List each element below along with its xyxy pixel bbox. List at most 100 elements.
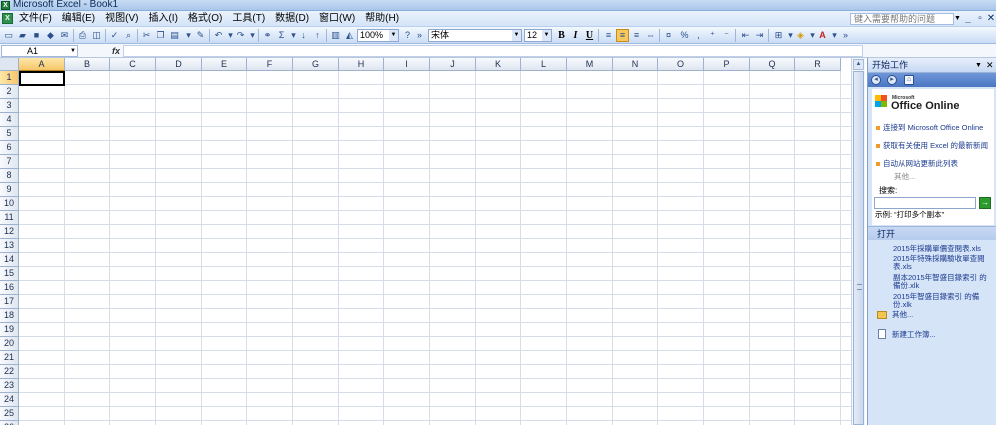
scrollbar-thumb[interactable] (853, 71, 864, 425)
column-header[interactable]: I (384, 58, 430, 71)
toolbar-options-icon[interactable]: » (413, 29, 426, 42)
recent-file[interactable]: 副本2015年智盛目錄索引 的備份.xlk (893, 274, 993, 290)
active-cell[interactable] (19, 71, 65, 86)
percent-button[interactable]: % (678, 29, 691, 42)
column-header[interactable]: J (430, 58, 476, 71)
column-header[interactable]: A (19, 58, 65, 71)
column-header[interactable]: N (613, 58, 658, 71)
increase-decimal-icon[interactable]: ⁺ (706, 29, 719, 42)
format-painter-icon[interactable]: ✎ (194, 29, 207, 42)
help-search-input[interactable]: 键入需要帮助的问题 (850, 13, 954, 25)
bold-button[interactable]: B (555, 29, 568, 42)
row-header[interactable]: 4 (0, 113, 19, 127)
font-size-dropdown-icon[interactable]: ▼ (542, 30, 551, 41)
column-header[interactable]: O (658, 58, 704, 71)
row-header[interactable]: 12 (0, 225, 19, 239)
underline-button[interactable]: U (583, 29, 596, 42)
row-header[interactable]: 20 (0, 337, 19, 351)
row-header[interactable]: 1 (0, 71, 19, 85)
column-header[interactable]: R (795, 58, 841, 71)
select-all-corner[interactable] (0, 58, 19, 71)
recent-file[interactable]: 2015年智盛目錄索引 的備份.xlk (893, 293, 993, 309)
menu-tools[interactable]: 工具(T) (227, 11, 270, 27)
increase-indent-icon[interactable]: ⇥ (753, 29, 766, 42)
row-header[interactable]: 26 (0, 421, 19, 425)
drawing-icon[interactable]: ◭ (343, 29, 356, 42)
menu-view[interactable]: 视图(V) (100, 11, 143, 27)
vertical-scrollbar[interactable]: ▲ (851, 58, 865, 425)
new-icon[interactable]: ▭ (2, 29, 15, 42)
column-header[interactable]: Q (750, 58, 795, 71)
align-left-icon[interactable]: ≡ (602, 29, 615, 42)
row-header[interactable]: 24 (0, 393, 19, 407)
hyperlink-icon[interactable]: ⚭ (261, 29, 274, 42)
scroll-up-icon[interactable]: ▲ (853, 59, 864, 70)
worksheet-grid[interactable]: ABCDEFGHIJKLMNOPQR 1 2 3 4 5 6 7 8 9 10 11 12 13 14 15… (0, 58, 851, 425)
menu-format[interactable]: 格式(O) (183, 11, 227, 27)
row-header[interactable]: 25 (0, 407, 19, 421)
font-size-select[interactable]: 12 ▼ (524, 29, 552, 42)
italic-button[interactable]: I (569, 29, 582, 42)
copy-icon[interactable]: ❐ (154, 29, 167, 42)
column-header[interactable]: P (704, 58, 750, 71)
print-icon[interactable]: ⎙ (76, 29, 89, 42)
font-dropdown-icon[interactable]: ▼ (512, 30, 521, 41)
row-header[interactable]: 19 (0, 323, 19, 337)
column-header[interactable]: D (156, 58, 202, 71)
column-header[interactable]: B (65, 58, 110, 71)
link-auto-update[interactable]: 自动从网站更新此列表 (883, 160, 991, 168)
row-header[interactable]: 23 (0, 379, 19, 393)
save-icon[interactable]: ■ (30, 29, 43, 42)
name-box-dropdown-icon[interactable]: ▼ (70, 46, 76, 56)
row-header[interactable]: 21 (0, 351, 19, 365)
sort-ascending-icon[interactable]: ↓ (297, 29, 310, 42)
column-header[interactable]: E (202, 58, 247, 71)
help-dropdown-icon[interactable]: ▼ (953, 13, 962, 25)
align-center-icon[interactable]: ≡ (616, 29, 629, 42)
cut-icon[interactable]: ✂ (140, 29, 153, 42)
task-pane-dropdown-icon[interactable]: ▼ (975, 58, 982, 73)
row-header[interactable]: 9 (0, 183, 19, 197)
open-icon[interactable]: ▰ (16, 29, 29, 42)
insert-function-icon[interactable]: fx (112, 45, 120, 57)
email-icon[interactable]: ✉ (58, 29, 71, 42)
row-header[interactable]: 10 (0, 197, 19, 211)
column-header[interactable]: L (521, 58, 567, 71)
link-connect-office-online[interactable]: 连接到 Microsoft Office Online (883, 124, 991, 132)
row-header[interactable]: 14 (0, 253, 19, 267)
task-pane-search-input[interactable] (874, 197, 976, 209)
column-header[interactable]: F (247, 58, 293, 71)
recent-file[interactable]: 2015年採購單價查閱表.xls (893, 245, 993, 253)
menu-help[interactable]: 帮助(H) (360, 11, 404, 27)
close-button[interactable]: ✕ (985, 12, 996, 26)
more-files-link[interactable]: 其他... (892, 311, 992, 319)
merge-center-icon[interactable]: ⇔ (644, 29, 657, 42)
print-preview-icon[interactable]: ◫ (90, 29, 103, 42)
sort-descending-icon[interactable]: ↑ (311, 29, 324, 42)
menu-insert[interactable]: 插入(I) (143, 11, 182, 27)
row-header[interactable]: 11 (0, 211, 19, 225)
forward-icon[interactable]: ▸ (887, 75, 897, 85)
recent-file[interactable]: 2015年特殊採購驗收單查閱表.xls (893, 255, 993, 271)
decrease-indent-icon[interactable]: ⇤ (739, 29, 752, 42)
row-header[interactable]: 8 (0, 169, 19, 183)
row-header[interactable]: 22 (0, 365, 19, 379)
column-header[interactable]: M (567, 58, 613, 71)
row-header[interactable]: 13 (0, 239, 19, 253)
menu-edit[interactable]: 编辑(E) (57, 11, 100, 27)
name-box[interactable]: A1 ▼ (1, 45, 78, 57)
task-pane-close-icon[interactable]: ✕ (986, 58, 994, 73)
decrease-decimal-icon[interactable]: ⁻ (720, 29, 733, 42)
row-header[interactable]: 15 (0, 267, 19, 281)
paste-icon[interactable]: ▤ (168, 29, 181, 42)
row-header[interactable]: 2 (0, 85, 19, 99)
permission-icon[interactable]: ◆ (44, 29, 57, 42)
row-header[interactable]: 6 (0, 141, 19, 155)
home-icon[interactable]: ⌂ (904, 75, 914, 85)
currency-icon[interactable]: ¤ (662, 29, 675, 42)
row-header[interactable]: 18 (0, 309, 19, 323)
new-workbook-link[interactable]: 新建工作簿... (892, 331, 992, 339)
column-header[interactable]: C (110, 58, 156, 71)
workbook-icon[interactable]: X (2, 13, 13, 24)
chart-wizard-icon[interactable]: ▥ (329, 29, 342, 42)
